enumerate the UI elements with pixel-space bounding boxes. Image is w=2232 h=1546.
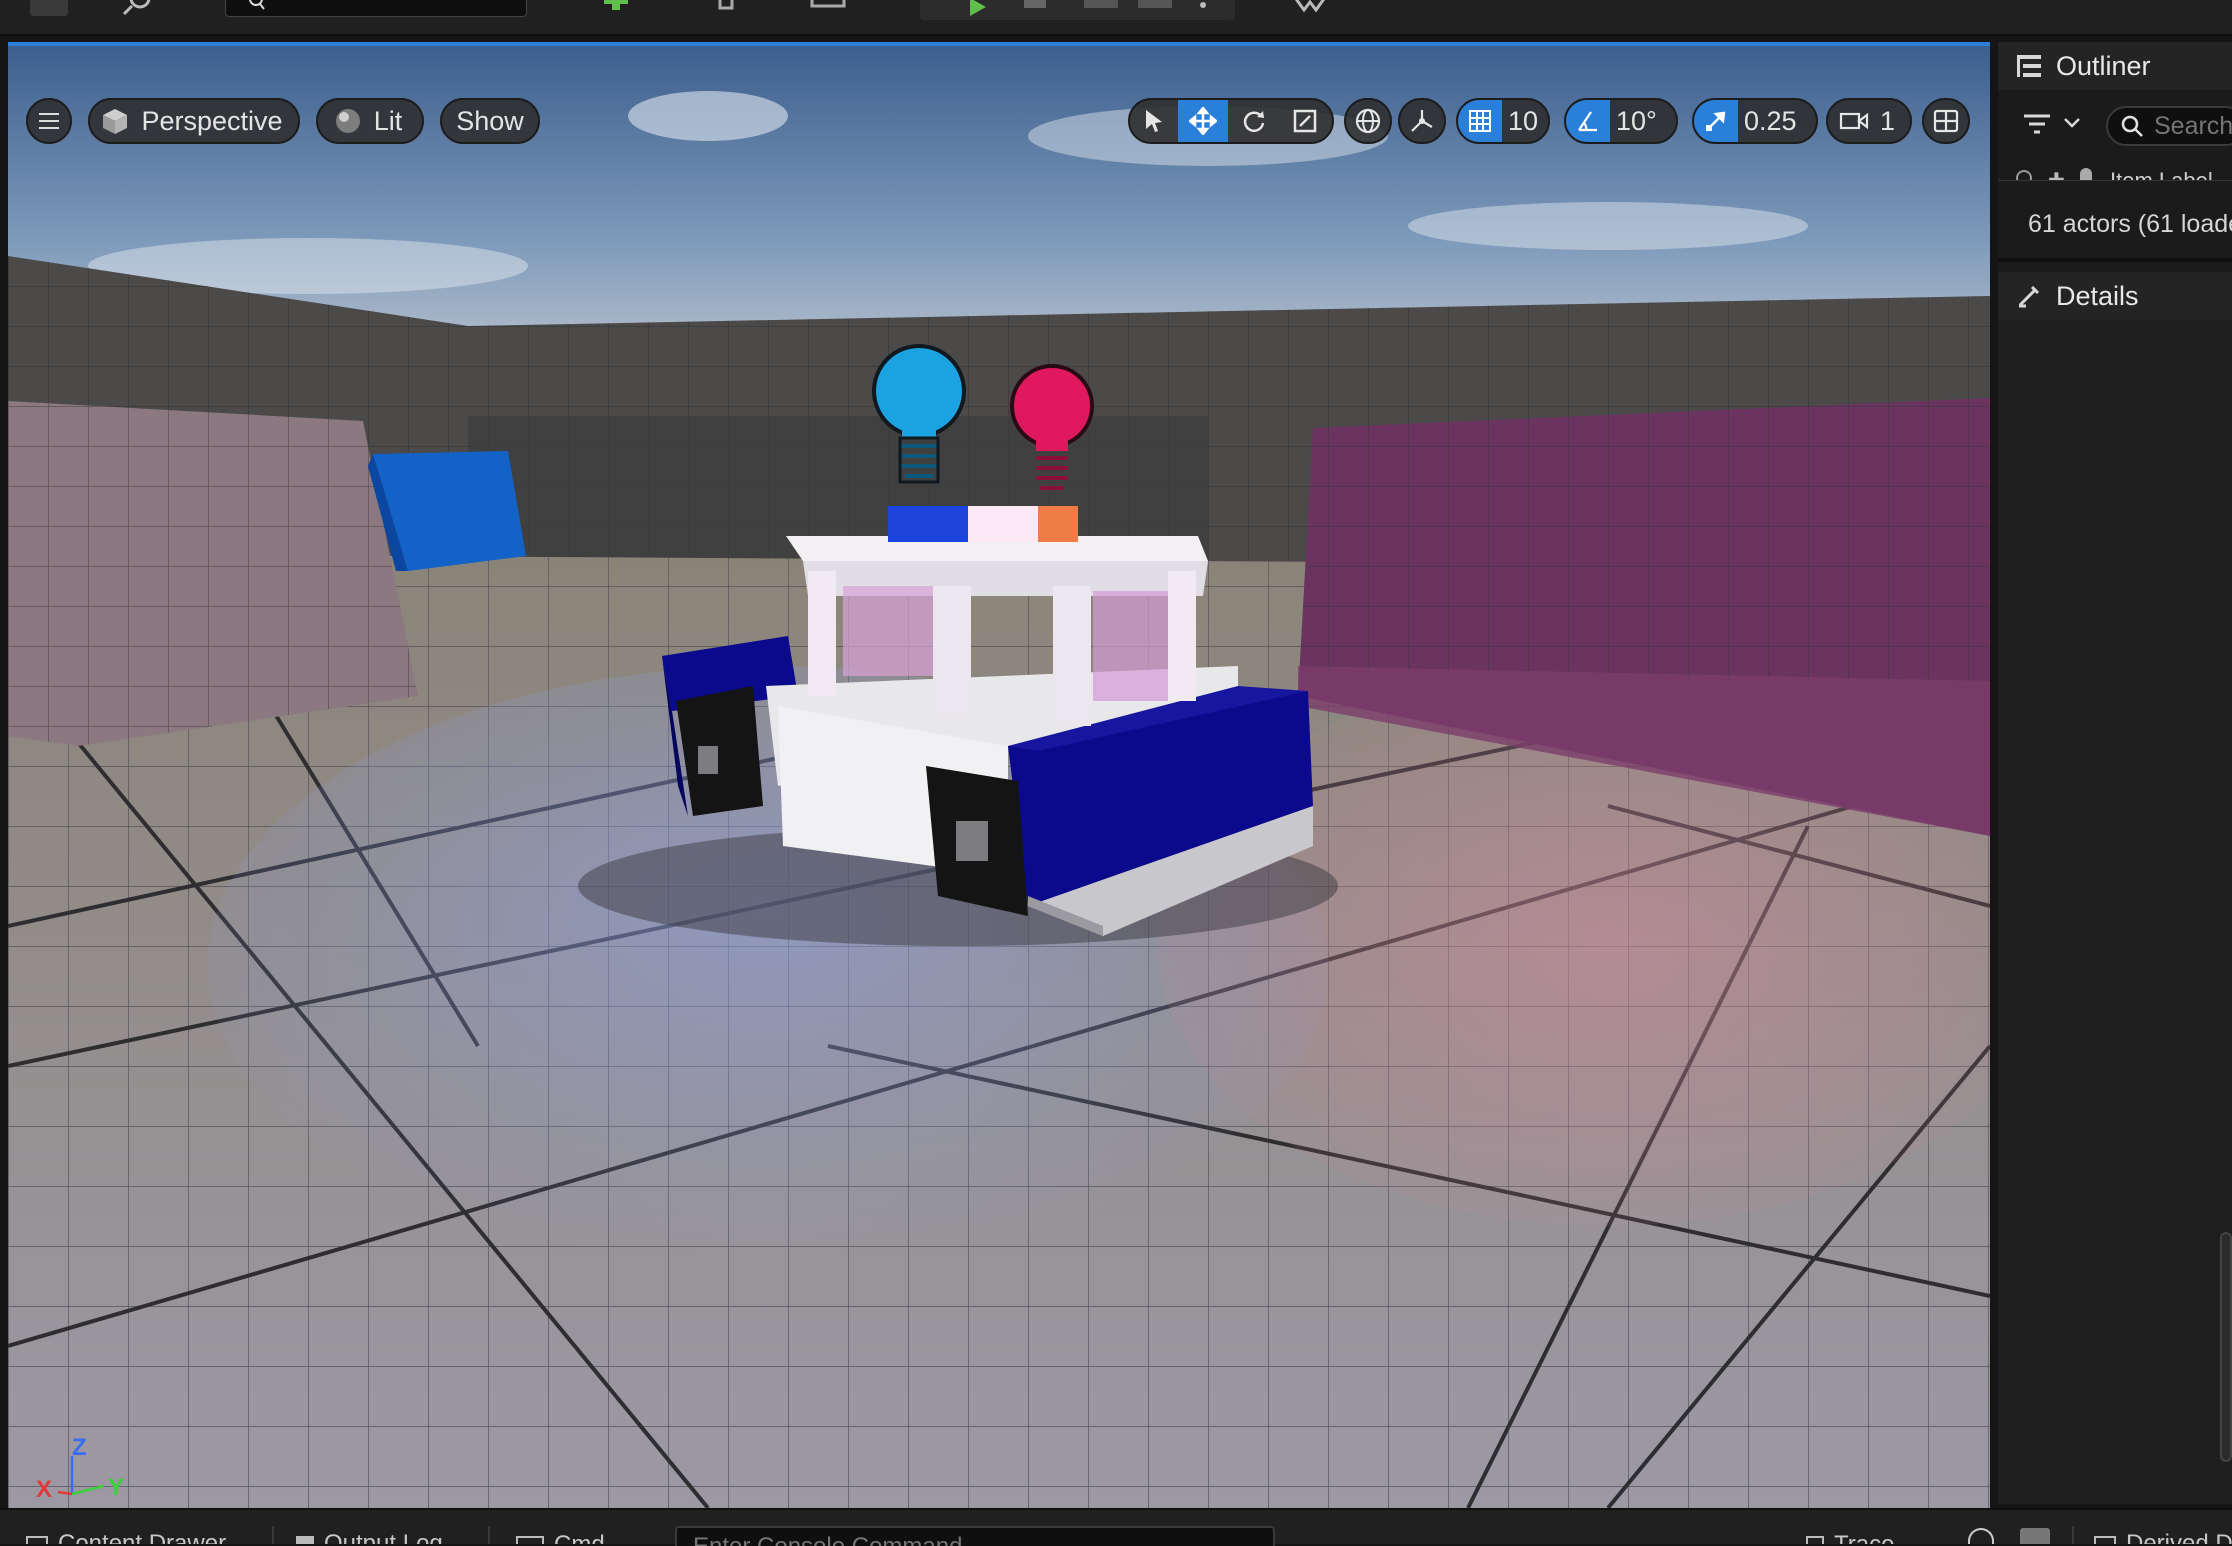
chevron-down-icon[interactable] (2062, 116, 2082, 135)
rotate-tool-button[interactable] (1228, 100, 1280, 142)
search-icon (2120, 114, 2144, 138)
grid-icon (1468, 110, 1491, 132)
cube-icon (103, 109, 128, 134)
blueprint-icon[interactable] (712, 0, 746, 16)
axis-y-label: Y (108, 1474, 125, 1501)
show-label: Show (456, 105, 524, 136)
camera-speed-value[interactable]: 1 (1874, 100, 1905, 142)
output-log-icon (296, 1536, 314, 1544)
panel-divider[interactable] (1998, 258, 2232, 262)
filter-icon[interactable] (2022, 112, 2052, 143)
outliner-icon (2012, 51, 2046, 81)
chevron-down-icon: ⌄ (1902, 1531, 1922, 1544)
surface-snap-button[interactable] (1398, 98, 1446, 144)
cinematics-icon[interactable] (808, 0, 850, 16)
rotation-snap-control: 10° (1564, 98, 1678, 144)
rotate-icon (1243, 111, 1265, 132)
outliner-title: Outliner (2056, 50, 2151, 81)
status-bar: Content Drawer Output Log Cmd⌄ Trace⌄ De… (0, 1508, 2232, 1546)
console-command-input[interactable] (691, 1532, 1255, 1546)
transform-tools (1128, 98, 1334, 144)
rotation-snap-toggle[interactable] (1566, 100, 1610, 142)
actor-type-icon[interactable] (2080, 168, 2092, 180)
scale-snap-value[interactable]: 0.25 (1738, 100, 1807, 142)
scale-tool-button[interactable] (1280, 100, 1330, 142)
outliner-toolbar (1998, 102, 2232, 150)
axis-z-label: Z (72, 1434, 87, 1461)
camera-speed-control: 1 (1826, 98, 1912, 144)
pin-icon[interactable]: ✚ (2048, 168, 2065, 180)
cmd-label: Cmd (554, 1531, 605, 1544)
trace-label: Trace (1834, 1531, 1894, 1544)
details-body (1998, 320, 2232, 1504)
browse-icon[interactable] (118, 0, 160, 16)
hamburger-icon (39, 113, 59, 129)
advance-frame-icon[interactable] (1024, 0, 1046, 8)
scale-snap-toggle[interactable] (1694, 100, 1738, 142)
camera-icon (1839, 112, 1869, 130)
toolbar-search-input[interactable] (225, 0, 527, 17)
level-viewport[interactable]: Perspective Lit Show 10 10° 0.25 1 Z X Y (8, 42, 1990, 1508)
terminal-icon (516, 1536, 544, 1544)
play-controls (920, 0, 1235, 20)
item-label-column[interactable]: Item Label (2110, 168, 2213, 180)
visibility-eye-icon[interactable] (2016, 170, 2032, 180)
derived-data-icon (2094, 1536, 2116, 1544)
translate-tool-button[interactable] (1178, 100, 1228, 142)
outliner-search-input[interactable] (2152, 110, 2232, 142)
details-title: Details (2056, 280, 2139, 311)
chevron-down-icon: ⌄ (613, 1531, 633, 1544)
divider (272, 1526, 274, 1544)
grid-snap-value[interactable]: 10 (1502, 100, 1548, 142)
scale-snap-icon (1706, 111, 1726, 131)
rotation-snap-value[interactable]: 10° (1610, 100, 1667, 142)
scene-render[interactable] (8, 46, 1990, 1508)
main-toolbar (0, 0, 2232, 36)
show-button[interactable]: Show (440, 98, 540, 144)
lit-sphere-icon (335, 109, 360, 133)
scale-snap-control: 0.25 (1692, 98, 1818, 144)
outliner-column-header: ✚ Item Label (1998, 166, 2232, 181)
axis-x-label: X (36, 1476, 53, 1503)
eject-icon[interactable] (1138, 0, 1172, 8)
select-tool-button[interactable] (1130, 100, 1178, 142)
globe-icon (1355, 108, 1381, 134)
coordinate-system-button[interactable] (1344, 98, 1392, 144)
grid-snap-toggle[interactable] (1458, 100, 1502, 142)
platforms-icon[interactable] (1290, 0, 1330, 16)
lit-label: Lit (373, 105, 403, 136)
details-scrollbar[interactable] (2220, 1232, 2232, 1462)
layout-button[interactable] (1922, 98, 1970, 144)
camera-speed-toggle[interactable] (1828, 100, 1874, 142)
move-arrows-icon (1189, 107, 1217, 135)
divider (2072, 1526, 2074, 1544)
right-side-panel: Outliner ✚ Item Label 61 actors (61 load… (1998, 42, 2232, 1504)
surface-snap-icon (1411, 110, 1433, 132)
trace-icon (1806, 1536, 1824, 1544)
stop-icon[interactable] (1084, 0, 1118, 8)
divider (488, 1526, 490, 1544)
view-mode-button[interactable]: Lit (316, 98, 424, 144)
console-command-input-box[interactable] (675, 1526, 1275, 1546)
grid-snap-control: 10 (1456, 98, 1550, 144)
play-icon[interactable] (970, 0, 986, 16)
angle-icon (1578, 111, 1597, 132)
outliner-search-box[interactable] (2106, 106, 2232, 146)
perspective-label: Perspective (141, 105, 283, 136)
add-content-icon[interactable] (598, 0, 634, 16)
pencil-icon (2012, 281, 2046, 311)
axis-gizmo: Z X Y (30, 1434, 140, 1508)
actor-count: 61 actors (61 loaded) (2028, 210, 2232, 238)
perspective-button[interactable]: Perspective (88, 98, 300, 144)
layout-icon (1933, 109, 1959, 133)
viewport-menu-button[interactable] (26, 98, 72, 144)
save-icon[interactable] (30, 0, 68, 16)
outliner-tab[interactable]: Outliner (1998, 42, 2232, 90)
scale-icon (1293, 109, 1317, 133)
details-tab[interactable]: Details (1998, 272, 2232, 320)
content-drawer-icon (26, 1536, 48, 1544)
cursor-icon (1146, 110, 1162, 132)
play-options-icon[interactable] (1200, 2, 1206, 8)
